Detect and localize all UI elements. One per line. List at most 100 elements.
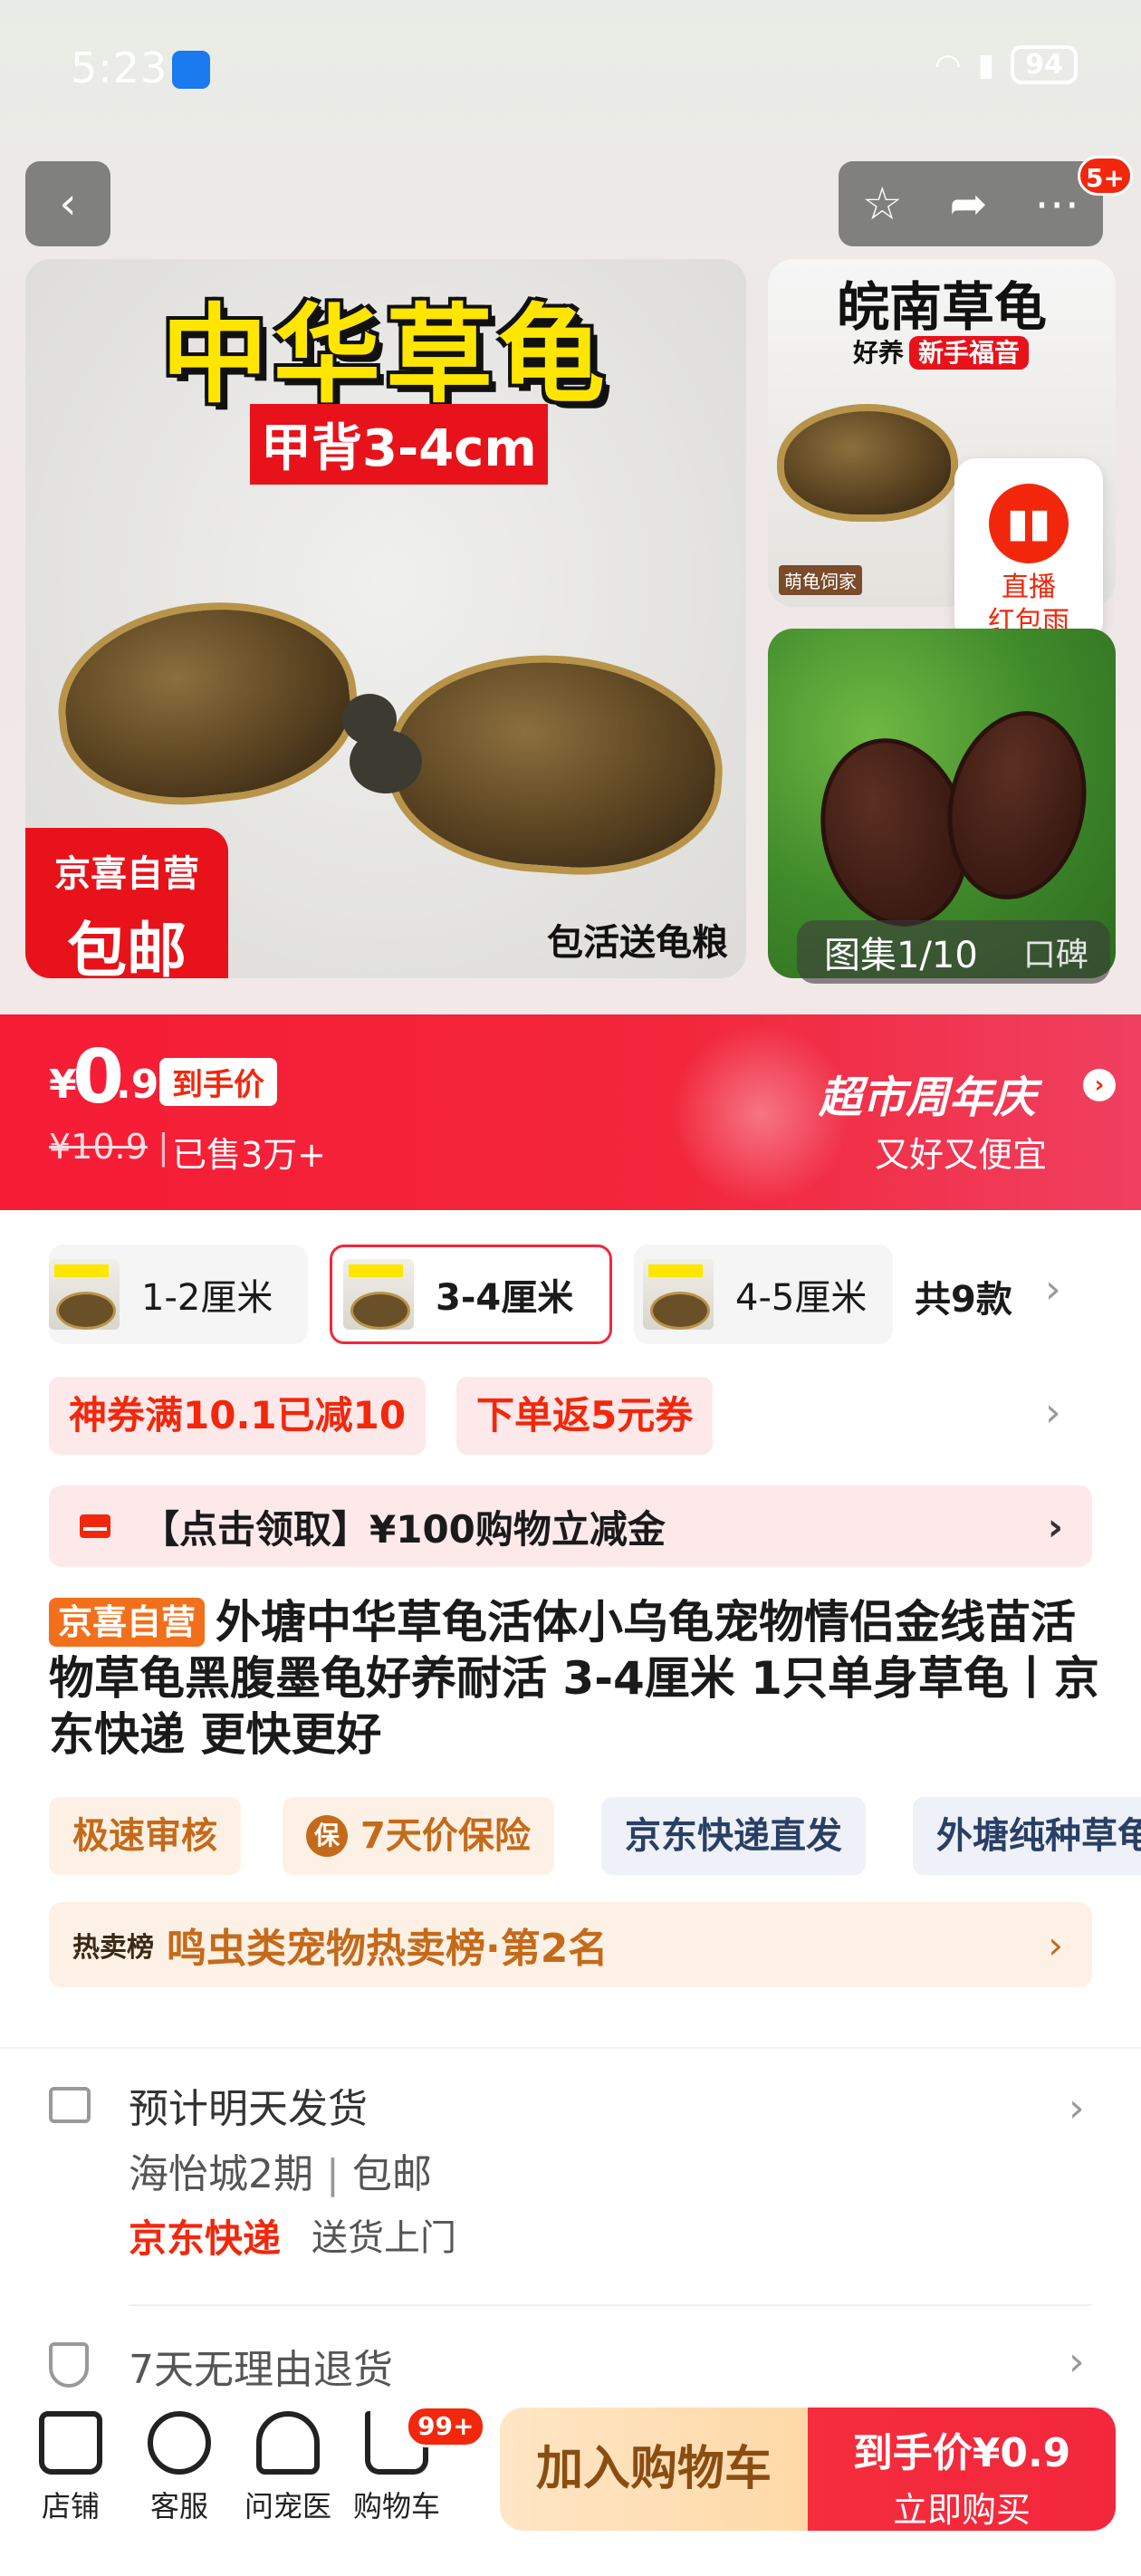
return-policy[interactable]: 7天无理由退货 [129, 2337, 393, 2395]
store-button[interactable]: 店铺 [16, 2411, 125, 2525]
chevron-right-icon[interactable]: › [1045, 1389, 1061, 1436]
album-indicator[interactable]: 图集1/10 口碑 [797, 920, 1110, 984]
service-label: 客服 [149, 2489, 208, 2523]
spec-option[interactable]: 1-2厘米 [49, 1245, 308, 1344]
image-subtitle-text: 甲背3-4cm [250, 404, 548, 485]
final-price-tag: 到手价 [159, 1058, 277, 1106]
main-product-image[interactable]: 中华草龟 甲背3-4cm 京喜自营 包邮 包活送龟粮 [25, 259, 746, 978]
jx-selfrun-badge: 京喜自营 包邮 [25, 828, 228, 978]
battery-indicator: 94 [1011, 45, 1078, 84]
door-delivery: 送货上门 [312, 2217, 456, 2259]
chevron-right-icon[interactable]: › [1045, 1266, 1061, 1312]
spec-label: 4-5厘米 [735, 1277, 868, 1319]
cart-label: 购物车 [352, 2489, 440, 2523]
store-watermark: 萌龟饲家 [779, 565, 862, 595]
divider [129, 2304, 1092, 2306]
more-options-icon[interactable]: ⋯ [1034, 178, 1079, 230]
turtle-image-right [380, 644, 730, 885]
shield-icon: 保 [306, 1815, 348, 1857]
turtle-image-left [48, 588, 367, 818]
badge-line1: 京喜自营 [54, 853, 199, 895]
live-red-packet-button[interactable]: ▮▮ 直播 红包雨 [954, 458, 1103, 643]
spec-count[interactable]: 共9款 [915, 1270, 1012, 1322]
ranking-banner[interactable]: 热卖榜 鸣虫类宠物热卖榜·第2名 › [49, 1902, 1092, 1987]
spec-label: 3-4厘米 [436, 1277, 574, 1319]
ranking-label: 热卖榜 [72, 1932, 154, 1964]
spec-option[interactable]: 4-5厘米 [634, 1245, 893, 1344]
delivery-section[interactable]: 预计明天发货 海怡城2期 | 包邮 京东快递 送货上门 › 7天无理由退货 › [0, 2049, 1141, 2411]
favorite-star-icon[interactable]: ☆ [862, 178, 903, 230]
image-title-text: 中华草龟 [160, 293, 610, 418]
voucher-text: 【点击领取】¥100购物立减金 [141, 1506, 666, 1552]
selfrun-badge: 京喜自营 [49, 1598, 206, 1647]
reviews-link[interactable]: 口碑 [1023, 928, 1088, 976]
buy-price: 到手价¥0.9 [852, 2430, 1071, 2476]
buy-label: 立即购买 [892, 2490, 1031, 2530]
signal-icon: ▮ [977, 46, 995, 83]
back-button[interactable]: ‹ [25, 161, 110, 246]
product-info-section: 1-2厘米 3-4厘米 4-5厘米 共9款 › 神券满10.1已减10 下单返5… [0, 1210, 1141, 2047]
chevron-right-icon[interactable]: › [1083, 1069, 1116, 1101]
status-time: 5:23 [71, 43, 168, 92]
thumb-sub-tag: 新手福音 [909, 336, 1030, 370]
spec-thumbnail [343, 1259, 414, 1330]
buy-now-button[interactable]: 到手价¥0.9 立即购买 [808, 2408, 1116, 2531]
express-brand: 京东快递 [129, 2216, 282, 2261]
spec-label: 1-2厘米 [141, 1277, 273, 1319]
wifi-icon: ◠ [934, 46, 962, 83]
share-icon[interactable]: ➦ [949, 178, 987, 230]
feature-label: 7天价保险 [360, 1815, 531, 1857]
message-count-badge: 5+ [1078, 156, 1133, 196]
feature-tag[interactable]: 京东快递直发 [601, 1797, 866, 1875]
chevron-right-icon: › [1047, 1504, 1063, 1549]
add-to-cart-button[interactable]: 加入购物车 [500, 2408, 808, 2531]
truck-icon [49, 2087, 91, 2123]
chevron-left-icon: ‹ [59, 178, 77, 229]
customer-service-button[interactable]: 客服 [125, 2411, 234, 2525]
live-audio-icon: ▮▮ [989, 484, 1069, 563]
shield-check-icon [49, 2342, 89, 2388]
image-caption: 包活送龟粮 [547, 922, 728, 964]
spec-thumbnail [49, 1259, 120, 1330]
original-price: ¥10.9 [49, 1127, 148, 1167]
spec-thumbnail [643, 1259, 714, 1330]
chevron-right-icon: › [1048, 1922, 1063, 1967]
doctor-icon [256, 2411, 320, 2475]
price-separator: | [158, 1127, 169, 1167]
feature-tag[interactable]: 外塘纯种草龟 [913, 1797, 1141, 1875]
turtle-head [350, 730, 422, 793]
sold-count: 已售3万+ [172, 1135, 327, 1175]
store-label: 店铺 [41, 2489, 100, 2523]
app-notification-icon [172, 51, 210, 89]
chevron-right-icon[interactable]: › [1069, 2339, 1085, 2385]
thumb-subtitle: 好养 新手福音 [853, 333, 1030, 370]
status-indicators: ◠ ▮ 94 [935, 45, 1078, 84]
price-decimal: .9 [116, 1062, 159, 1108]
album-count: 图集1/10 [824, 935, 978, 976]
turtle-image [777, 404, 958, 522]
feature-tag[interactable]: 极速审核 [49, 1797, 241, 1875]
top-action-group: ☆ ➦ ⋯ [839, 161, 1103, 246]
ship-estimate: 预计明天发货 [129, 2086, 368, 2132]
store-icon [39, 2411, 102, 2475]
coupon-chip[interactable]: 下单返5元券 [456, 1377, 714, 1455]
voucher-banner[interactable]: 【点击领取】¥100购物立减金 › [49, 1485, 1092, 1567]
product-title-text: 外塘中华草龟活体小乌龟宠物情侣金线苗活物草龟黑腹墨龟好养耐活 3-4厘米 1只单… [49, 1596, 1099, 1761]
chevron-right-icon[interactable]: › [1069, 2085, 1085, 2131]
vet-label: 问宠医 [244, 2489, 331, 2523]
delivery-address: 海怡城2期 | 包邮 [129, 2151, 432, 2197]
product-title: 京喜自营 外塘中华草龟活体小乌龟宠物情侣金线苗活物草龟黑腹墨龟好养耐活 3-4厘米… [49, 1594, 1099, 1763]
feature-tag-price-protect[interactable]: 保 7天价保险 [283, 1797, 554, 1875]
promo-title[interactable]: 超市周年庆 [819, 1062, 1036, 1125]
price-banner: ¥ 0 .9 到手价 ¥10.9 | 已售3万+ 超市周年庆 › 又好又便宜 [0, 1014, 1141, 1210]
chat-face-icon [148, 2411, 211, 2475]
card-icon [80, 1514, 110, 1538]
ranking-text: 鸣虫类宠物热卖榜·第2名 [167, 1926, 609, 1972]
bottom-action-bar: 店铺 客服 问宠医 购物车 99+ 加入购物车 到手价¥0.9 立即购买 [0, 2395, 1141, 2576]
promo-subtitle: 又好又便宜 [875, 1135, 1048, 1175]
ask-vet-button[interactable]: 问宠医 [234, 2411, 342, 2525]
badge-line2: 包邮 [67, 916, 187, 978]
thumb-title: 皖南草龟 [836, 276, 1047, 338]
coupon-chip[interactable]: 神券满10.1已减10 [49, 1377, 427, 1455]
spec-option-selected[interactable]: 3-4厘米 [330, 1245, 612, 1344]
